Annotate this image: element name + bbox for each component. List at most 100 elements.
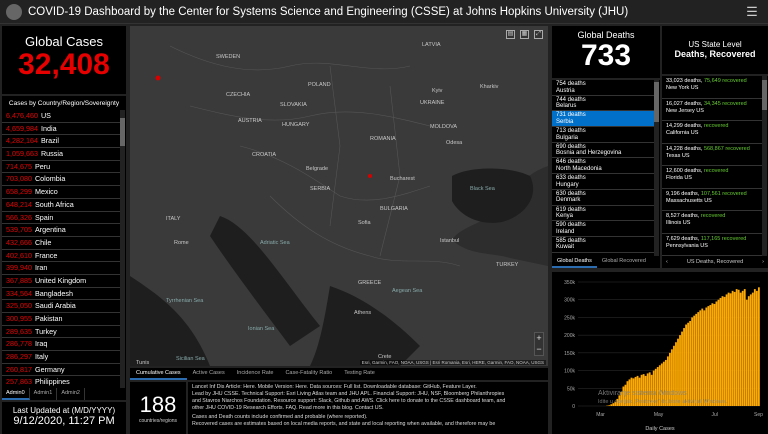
list-item[interactable]: 402,610 France <box>2 250 120 263</box>
chart-bar[interactable] <box>751 292 754 406</box>
zoom-out-button[interactable]: − <box>535 344 543 355</box>
list-item[interactable]: 619 deaths Kenya <box>552 206 654 222</box>
hamburger-icon[interactable]: ☰ <box>744 4 760 20</box>
tab-testing-rate[interactable]: Testing Rate <box>338 368 381 380</box>
chart-title[interactable]: Daily Cases <box>552 426 768 432</box>
chart-bar[interactable] <box>693 315 696 406</box>
list-item[interactable]: 648,214 South Africa <box>2 199 120 212</box>
map-view[interactable]: ▤ ▦ ⤢ + − SWEDEN POLAND LATVIA CZECHIA UKRAI… <box>130 26 548 366</box>
us-list-scrollbar[interactable] <box>762 76 767 256</box>
chart-bar[interactable] <box>731 290 734 406</box>
chart-bar[interactable] <box>745 299 748 406</box>
list-item[interactable]: 14,228 deaths, 568,867 recovered Texas US <box>662 144 762 166</box>
list-item[interactable]: 566,326 Spain <box>2 212 120 225</box>
next-arrow-icon[interactable]: › <box>762 259 764 265</box>
chart-bar[interactable] <box>711 303 714 406</box>
chart-bar[interactable] <box>699 310 702 406</box>
list-item[interactable]: 6,476,460 US <box>2 110 120 123</box>
chart-bar[interactable] <box>755 290 758 406</box>
chart-bar[interactable] <box>713 303 716 406</box>
chart-bar[interactable] <box>705 307 708 406</box>
chart-bar[interactable] <box>703 310 706 406</box>
list-item[interactable]: 754 deaths Austria <box>552 80 654 96</box>
list-item[interactable]: 714,675 Peru <box>2 161 120 174</box>
list-item[interactable]: 260,817 Germany <box>2 364 120 377</box>
tab-us-deaths-recovered[interactable]: US Deaths, Recovered <box>687 259 743 265</box>
chart-bar[interactable] <box>743 289 746 406</box>
chart-bar[interactable] <box>757 287 760 406</box>
chart-bar[interactable] <box>697 312 700 406</box>
list-item[interactable]: 432,666 Chile <box>2 237 120 250</box>
cases-list-scrollbar[interactable] <box>120 110 125 396</box>
tab-global-deaths[interactable]: Global Deaths <box>552 256 597 268</box>
chart-bar[interactable] <box>709 305 712 406</box>
chart-bar[interactable] <box>747 296 750 406</box>
tab-admin0[interactable]: Admin0 <box>2 388 30 400</box>
list-item[interactable]: 12,600 deaths, recovered Florida US <box>662 166 762 189</box>
list-item[interactable]: 539,705 Argentina <box>2 224 120 237</box>
scrollbar-thumb[interactable] <box>762 80 767 110</box>
list-item[interactable]: 325,050 Saudi Arabia <box>2 300 120 313</box>
list-item[interactable]: 8,527 deaths, recovered Illinois US <box>662 211 762 234</box>
chart-bar[interactable] <box>608 405 611 406</box>
chart-bar[interactable] <box>687 322 690 406</box>
list-item[interactable]: 16,027 deaths, 34,345 recovered New Jerse… <box>662 99 762 121</box>
chart-bar[interactable] <box>691 317 694 406</box>
prev-arrow-icon[interactable]: ‹ <box>666 259 668 265</box>
list-item[interactable]: 300,955 Pakistan <box>2 313 120 326</box>
chart-bar[interactable] <box>671 349 673 406</box>
scrollbar-thumb[interactable] <box>654 82 659 122</box>
deaths-list-scrollbar[interactable] <box>654 80 659 256</box>
tab-active-cases[interactable]: Active Cases <box>187 368 231 380</box>
chart-bar[interactable] <box>689 320 692 406</box>
scrollbar-thumb[interactable] <box>120 118 125 146</box>
chart-bar[interactable] <box>753 289 756 406</box>
list-item[interactable]: 713 deaths Bulgaria <box>552 127 654 143</box>
list-item[interactable]: 334,564 Bangladesh <box>2 288 120 301</box>
tab-admin1[interactable]: Admin1 <box>30 388 58 400</box>
tab-case-fatality-ratio[interactable]: Case-Fatality Ratio <box>279 368 338 380</box>
basemap-icon[interactable]: ▦ <box>520 30 529 39</box>
chart-bar[interactable] <box>721 296 724 406</box>
tab-global-recovered[interactable]: Global Recovered <box>597 256 651 268</box>
chart-bar[interactable] <box>727 292 730 406</box>
chart-bar[interactable] <box>737 289 740 406</box>
chart-bar[interactable] <box>701 308 704 406</box>
list-item[interactable]: 633 deaths Hungary <box>552 174 654 190</box>
list-item[interactable]: 286,297 Italy <box>2 351 120 364</box>
chart-bar[interactable] <box>739 292 742 406</box>
list-item[interactable]: 7,629 deaths, 117,165 recovered Pennsylva… <box>662 234 762 256</box>
list-item[interactable]: 289,635 Turkey <box>2 326 120 339</box>
chart-bar[interactable] <box>735 289 738 406</box>
tab-incidence-rate[interactable]: Incidence Rate <box>231 368 280 380</box>
tab-cumulative-cases[interactable]: Cumulative Cases <box>130 368 187 380</box>
list-item[interactable]: 690 deaths Bosnia and Herzegovina <box>552 143 654 159</box>
list-item[interactable]: 646 deaths North Macedonia <box>552 158 654 175</box>
list-item[interactable]: 4,282,164 Brazil <box>2 135 120 149</box>
list-item[interactable]: 585 deaths Kuwait <box>552 237 654 253</box>
chart-bar[interactable] <box>729 293 732 406</box>
list-item[interactable]: 399,940 Iran <box>2 262 120 275</box>
chart-bar[interactable] <box>723 296 726 406</box>
list-item[interactable]: 658,299 Mexico <box>2 186 120 199</box>
list-item[interactable]: 4,659,984 India <box>2 123 120 136</box>
tab-admin2[interactable]: Admin2 <box>57 388 85 400</box>
list-item[interactable]: 367,885 United Kingdom <box>2 275 120 288</box>
chart-bar[interactable] <box>733 291 736 406</box>
list-item[interactable]: 1,059,663 Russia <box>2 148 120 161</box>
list-item[interactable]: 590 deaths Ireland <box>552 221 654 237</box>
list-item[interactable]: 731 deaths Serbia <box>552 111 654 128</box>
zoom-in-button[interactable]: + <box>535 333 543 344</box>
list-item[interactable]: 33,023 deaths, 75,649 recovered New York … <box>662 76 762 99</box>
list-item[interactable]: 744 deaths Belarus <box>552 96 654 112</box>
chart-bar[interactable] <box>695 313 698 406</box>
chart-bar[interactable] <box>715 301 718 406</box>
fullscreen-icon[interactable]: ⤢ <box>534 30 543 39</box>
chart-bar[interactable] <box>725 294 728 406</box>
list-item[interactable]: 286,778 Iraq <box>2 338 120 352</box>
bookmark-icon[interactable]: ▤ <box>506 30 515 39</box>
chart-bar[interactable] <box>717 299 720 406</box>
chart-bar[interactable] <box>719 297 722 406</box>
list-item[interactable]: 703,080 Colombia <box>2 173 120 187</box>
list-item[interactable]: 9,196 deaths, 107,561 recovered Massachus… <box>662 189 762 211</box>
